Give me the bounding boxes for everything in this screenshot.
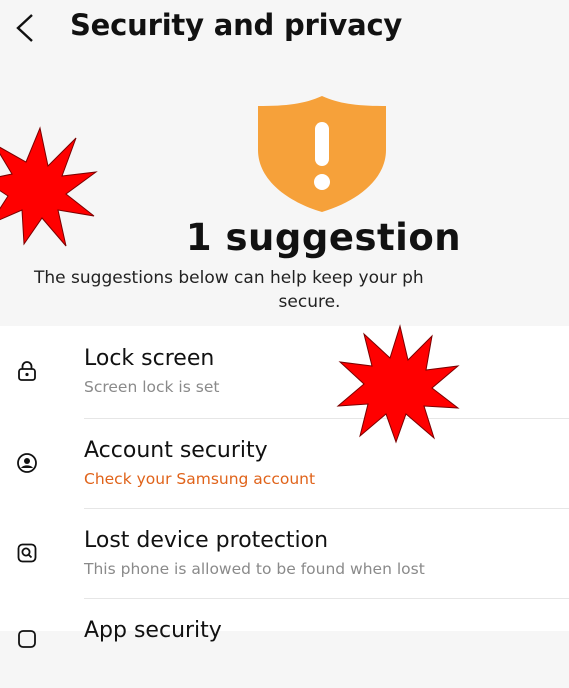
shield-warning-icon xyxy=(252,94,392,214)
list-item-account-security[interactable]: Account security Check your Samsung acco… xyxy=(0,418,569,508)
summary-description: The suggestions below can help keep your… xyxy=(0,266,569,314)
list-item-title: Account security xyxy=(84,438,268,463)
summary-desc-line1: The suggestions below can help keep your… xyxy=(34,268,424,288)
list-item-app-security[interactable]: App security xyxy=(0,598,569,688)
account-icon xyxy=(16,452,38,474)
list-item-subtitle: Screen lock is set xyxy=(84,378,220,396)
red-burst-marker-right xyxy=(336,324,460,444)
back-button[interactable] xyxy=(12,10,38,46)
list-item-title: Lock screen xyxy=(84,346,215,371)
app-security-icon xyxy=(16,628,38,650)
list-item-subtitle-warning: Check your Samsung account xyxy=(84,470,316,488)
find-device-icon xyxy=(16,542,38,564)
list-item-subtitle: This phone is allowed to be found when l… xyxy=(84,560,425,578)
security-list: Lock screen Screen lock is set Account s… xyxy=(0,326,569,648)
list-item-title: Lost device protection xyxy=(84,528,329,553)
app-header: Security and privacy xyxy=(0,0,569,64)
back-arrow-icon xyxy=(16,14,33,42)
page-title: Security and privacy xyxy=(70,8,403,42)
list-item-lost-device[interactable]: Lost device protection This phone is all… xyxy=(0,508,569,598)
list-item-lock-screen[interactable]: Lock screen Screen lock is set xyxy=(0,326,569,416)
lock-icon xyxy=(16,360,38,382)
red-burst-marker-left xyxy=(0,126,98,247)
summary-desc-line2: secure. xyxy=(278,292,341,312)
